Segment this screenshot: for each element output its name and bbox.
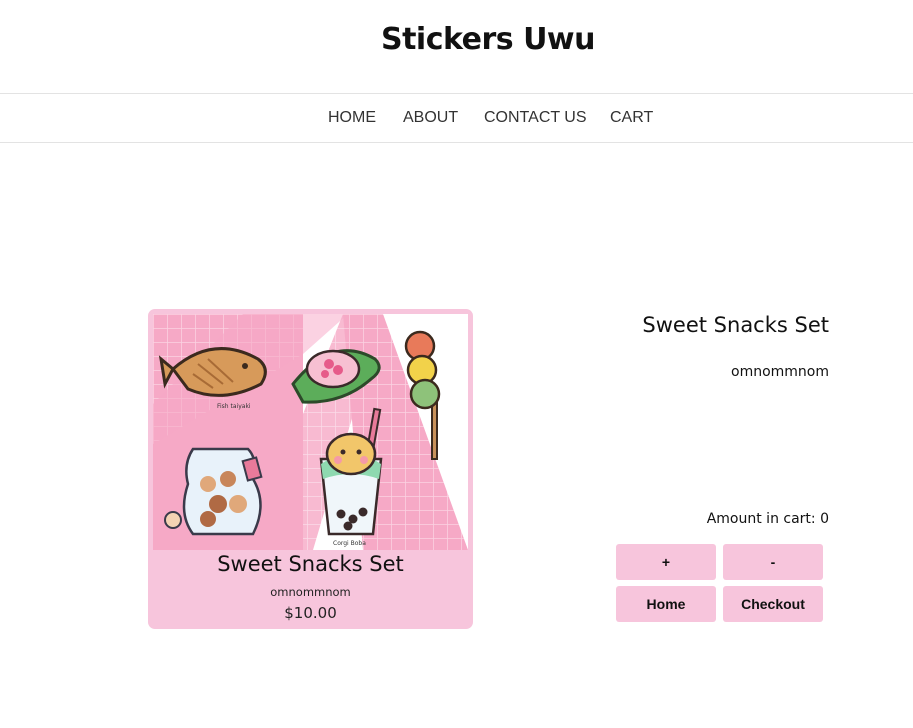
site-title: Stickers Uwu	[380, 22, 596, 57]
svg-text:Corgi Boba: Corgi Boba	[333, 540, 366, 547]
nav-about-link[interactable]: ABOUT	[403, 109, 458, 127]
home-button[interactable]: Home	[616, 586, 716, 622]
nav-cart-link[interactable]: CART	[610, 109, 653, 127]
decrease-button[interactable]: -	[723, 544, 823, 580]
svg-text:Fish taiyaki: Fish taiyaki	[217, 403, 251, 410]
product-card[interactable]: Fish taiyaki Corgi Boba Sweet Snacks Set…	[148, 309, 473, 629]
card-product-author: omnommnom	[270, 585, 351, 599]
detail-product-title: Sweet Snacks Set	[642, 313, 829, 337]
card-product-price: $10.00	[284, 604, 337, 622]
main-nav: HOME ABOUT CONTACT US CART	[0, 93, 913, 143]
detail-product-author: omnommnom	[731, 364, 829, 380]
site-header: Stickers Uwu	[0, 0, 913, 93]
card-product-title: Sweet Snacks Set	[217, 552, 404, 576]
nav-home-link[interactable]: HOME	[328, 109, 376, 127]
nav-contact-link[interactable]: CONTACT US	[484, 109, 587, 127]
increase-button[interactable]: +	[616, 544, 716, 580]
checkout-button[interactable]: Checkout	[723, 586, 823, 622]
cart-amount-label: Amount in cart: 0	[706, 511, 829, 527]
product-image: Fish taiyaki Corgi Boba	[153, 314, 468, 550]
